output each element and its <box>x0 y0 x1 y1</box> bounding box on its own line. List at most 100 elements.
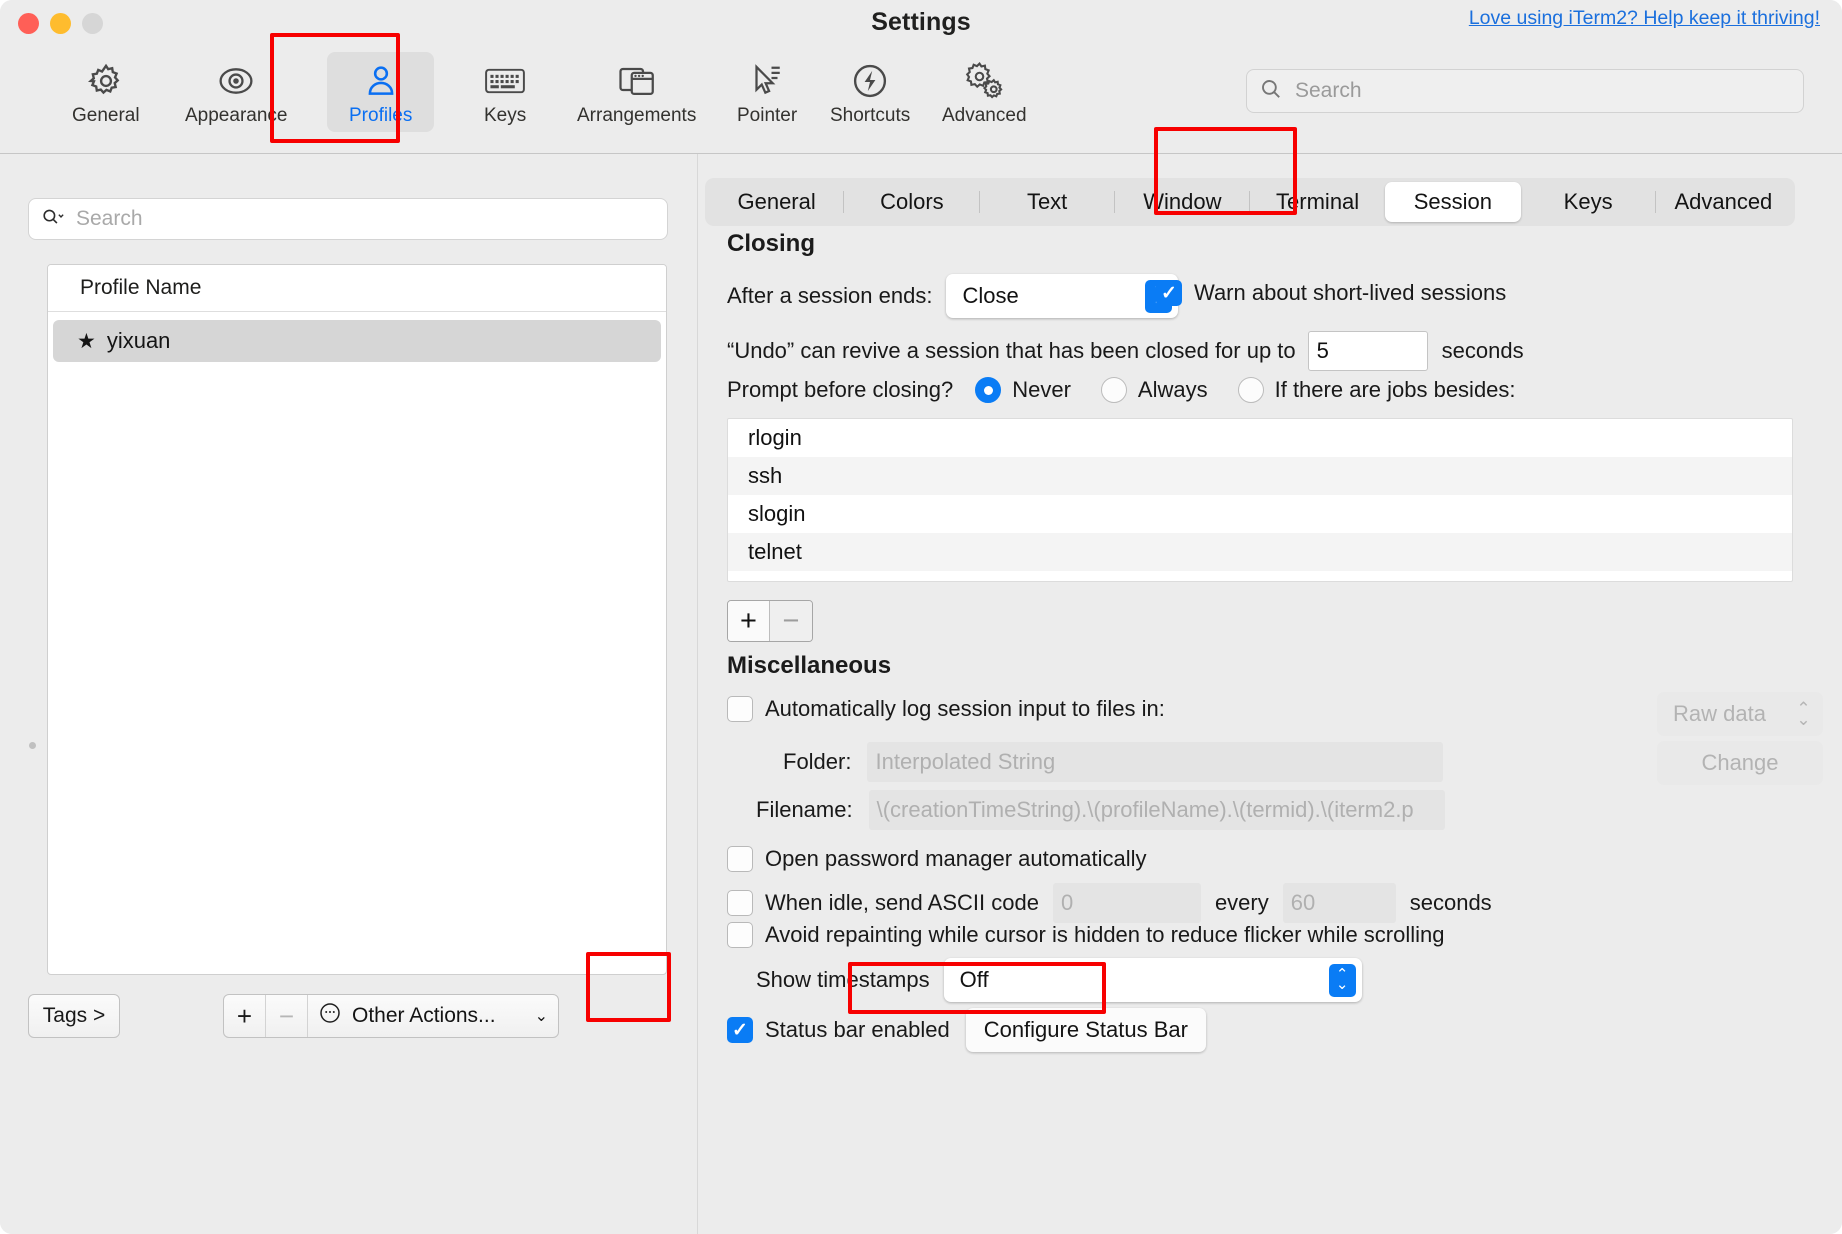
remove-profile-button[interactable]: − <box>266 995 308 1037</box>
filename-input[interactable]: \(creationTimeString).\(profileName).\(t… <box>869 790 1445 830</box>
search-icon <box>41 206 66 233</box>
profiles-table-header[interactable]: Profile Name <box>48 265 666 312</box>
toolbar-item-pointer[interactable]: Pointer <box>727 52 807 132</box>
tab-terminal-label: Terminal <box>1276 189 1359 215</box>
miscellaneous-section-title: Miscellaneous <box>727 652 891 680</box>
prompt-before-closing-label: Prompt before closing? <box>727 377 953 403</box>
autolog-checkbox[interactable] <box>727 696 753 722</box>
show-timestamps-select[interactable]: Off ⌃⌄ <box>944 958 1362 1002</box>
tab-colors[interactable]: Colors <box>844 182 979 222</box>
add-job-button[interactable]: + <box>728 601 770 641</box>
tags-button[interactable]: Tags > <box>28 994 120 1038</box>
tab-keys[interactable]: Keys <box>1521 182 1656 222</box>
show-timestamps-label: Show timestamps <box>756 967 930 993</box>
remove-job-button[interactable]: − <box>770 601 812 641</box>
log-format-value: Raw data <box>1673 701 1790 727</box>
donate-link[interactable]: Love using iTerm2? Help keep it thriving… <box>1469 7 1820 30</box>
star-icon: ★ <box>77 329 96 354</box>
toolbar-item-general[interactable]: General <box>62 52 150 132</box>
tab-advanced[interactable]: Advanced <box>1656 182 1791 222</box>
profile-settings-panel: General Colors Text Window Terminal Sess… <box>697 154 1842 1234</box>
status-bar-enabled-label: Status bar enabled <box>765 1017 950 1043</box>
configure-status-bar-button[interactable]: Configure Status Bar <box>966 1008 1206 1052</box>
toolbar-item-pointer-label: Pointer <box>737 105 797 127</box>
session-tab-content: Closing After a session ends: Close ⌃⌄ W… <box>698 232 1842 1234</box>
prompt-jobs-radio[interactable] <box>1238 377 1264 403</box>
warn-short-lived-row[interactable]: Warn about short-lived sessions <box>1156 280 1506 306</box>
folder-label: Folder: <box>783 749 851 775</box>
avoid-repaint-checkbox[interactable] <box>727 922 753 948</box>
keyboard-icon <box>484 60 526 102</box>
password-manager-label: Open password manager automatically <box>765 846 1147 872</box>
toolbar-item-shortcuts[interactable]: Shortcuts <box>820 52 920 132</box>
after-session-ends-row: After a session ends: Close ⌃⌄ <box>727 274 1178 318</box>
profile-tab-bar: General Colors Text Window Terminal Sess… <box>705 178 1795 226</box>
tab-general[interactable]: General <box>709 182 844 222</box>
panel-splitter-handle[interactable] <box>29 742 36 749</box>
toolbar-item-keys[interactable]: Keys <box>474 52 536 132</box>
folder-input[interactable]: Interpolated String <box>867 742 1443 782</box>
prompt-jobs-label: If there are jobs besides: <box>1275 377 1516 403</box>
after-session-ends-value: Close <box>962 283 1145 309</box>
search-icon <box>1259 77 1283 106</box>
prompt-always-radio[interactable] <box>1101 377 1127 403</box>
undo-seconds-unit-label: seconds <box>1442 338 1524 364</box>
title-bar: Settings Love using iTerm2? Help keep it… <box>0 0 1842 46</box>
toolbar-item-appearance[interactable]: Appearance <box>175 52 297 132</box>
job-list-item[interactable]: slogin <box>728 495 1792 533</box>
idle-interval-input[interactable]: 60 <box>1283 883 1396 923</box>
gear-icon <box>87 60 125 102</box>
windows-icon <box>617 60 657 102</box>
warn-short-lived-label: Warn about short-lived sessions <box>1194 280 1506 306</box>
undo-seconds-input[interactable]: 5 <box>1308 331 1428 371</box>
profiles-footer-toolbar: Tags > + − Other Actions... ⌄ <box>28 994 673 1042</box>
toolbar-item-advanced[interactable]: Advanced <box>932 52 1037 132</box>
status-bar-enabled-checkbox[interactable] <box>727 1017 753 1043</box>
toolbar-item-profiles-label: Profiles <box>349 105 412 127</box>
tab-terminal[interactable]: Terminal <box>1250 182 1385 222</box>
idle-ascii-code-input[interactable]: 0 <box>1053 883 1201 923</box>
tab-window[interactable]: Window <box>1115 182 1250 222</box>
bolt-icon <box>851 60 889 102</box>
settings-window: Settings Love using iTerm2? Help keep it… <box>0 0 1842 1234</box>
log-format-select[interactable]: Raw data ⌃⌄ <box>1657 692 1823 736</box>
toolbar-item-arrangements[interactable]: Arrangements <box>567 52 706 132</box>
job-list-item[interactable]: rlogin <box>728 419 1792 457</box>
add-profile-button[interactable]: + <box>224 995 266 1037</box>
profile-list-item[interactable]: ★ yixuan <box>53 320 661 362</box>
after-session-ends-label: After a session ends: <box>727 283 932 309</box>
toolbar-item-shortcuts-label: Shortcuts <box>830 105 910 127</box>
job-list-item[interactable]: ssh <box>728 457 1792 495</box>
profile-search-input[interactable]: Search <box>28 198 668 240</box>
idle-ascii-checkbox[interactable] <box>727 890 753 916</box>
idle-seconds-label: seconds <box>1410 890 1492 916</box>
other-actions-menu[interactable]: Other Actions... ⌄ <box>308 995 558 1037</box>
toolbar-item-profiles[interactable]: Profiles <box>327 52 434 132</box>
autolog-label: Automatically log session input to files… <box>765 696 1165 722</box>
other-actions-label: Other Actions... <box>352 1004 496 1028</box>
tab-window-label: Window <box>1143 189 1221 215</box>
after-session-ends-select[interactable]: Close ⌃⌄ <box>946 274 1178 318</box>
avoid-repaint-label: Avoid repainting while cursor is hidden … <box>765 922 1445 948</box>
autolog-row[interactable]: Automatically log session input to files… <box>727 696 1165 722</box>
idle-ascii-label: When idle, send ASCII code <box>765 890 1039 916</box>
eye-icon <box>216 60 256 102</box>
toolbar-search-field[interactable]: Search <box>1246 69 1804 113</box>
jobs-list[interactable]: rlogin ssh slogin telnet <box>727 418 1793 582</box>
warn-short-lived-checkbox[interactable] <box>1156 280 1182 306</box>
avoid-repaint-row[interactable]: Avoid repainting while cursor is hidden … <box>727 922 1445 948</box>
password-manager-checkbox[interactable] <box>727 846 753 872</box>
filename-label: Filename: <box>756 797 853 823</box>
toolbar-search-placeholder: Search <box>1295 79 1362 103</box>
stepper-icon: ⌃⌄ <box>1790 698 1817 731</box>
ellipsis-circle-icon <box>318 1001 342 1031</box>
tab-text[interactable]: Text <box>980 182 1115 222</box>
prompt-before-closing-row: Prompt before closing? Never Always If t… <box>727 377 1516 403</box>
toolbar-item-appearance-label: Appearance <box>185 105 287 127</box>
job-list-item[interactable]: telnet <box>728 533 1792 571</box>
prompt-never-radio[interactable] <box>975 377 1001 403</box>
password-manager-row[interactable]: Open password manager automatically <box>727 846 1147 872</box>
tab-keys-label: Keys <box>1564 189 1613 215</box>
tab-session[interactable]: Session <box>1385 182 1520 222</box>
change-folder-button[interactable]: Change <box>1657 741 1823 785</box>
